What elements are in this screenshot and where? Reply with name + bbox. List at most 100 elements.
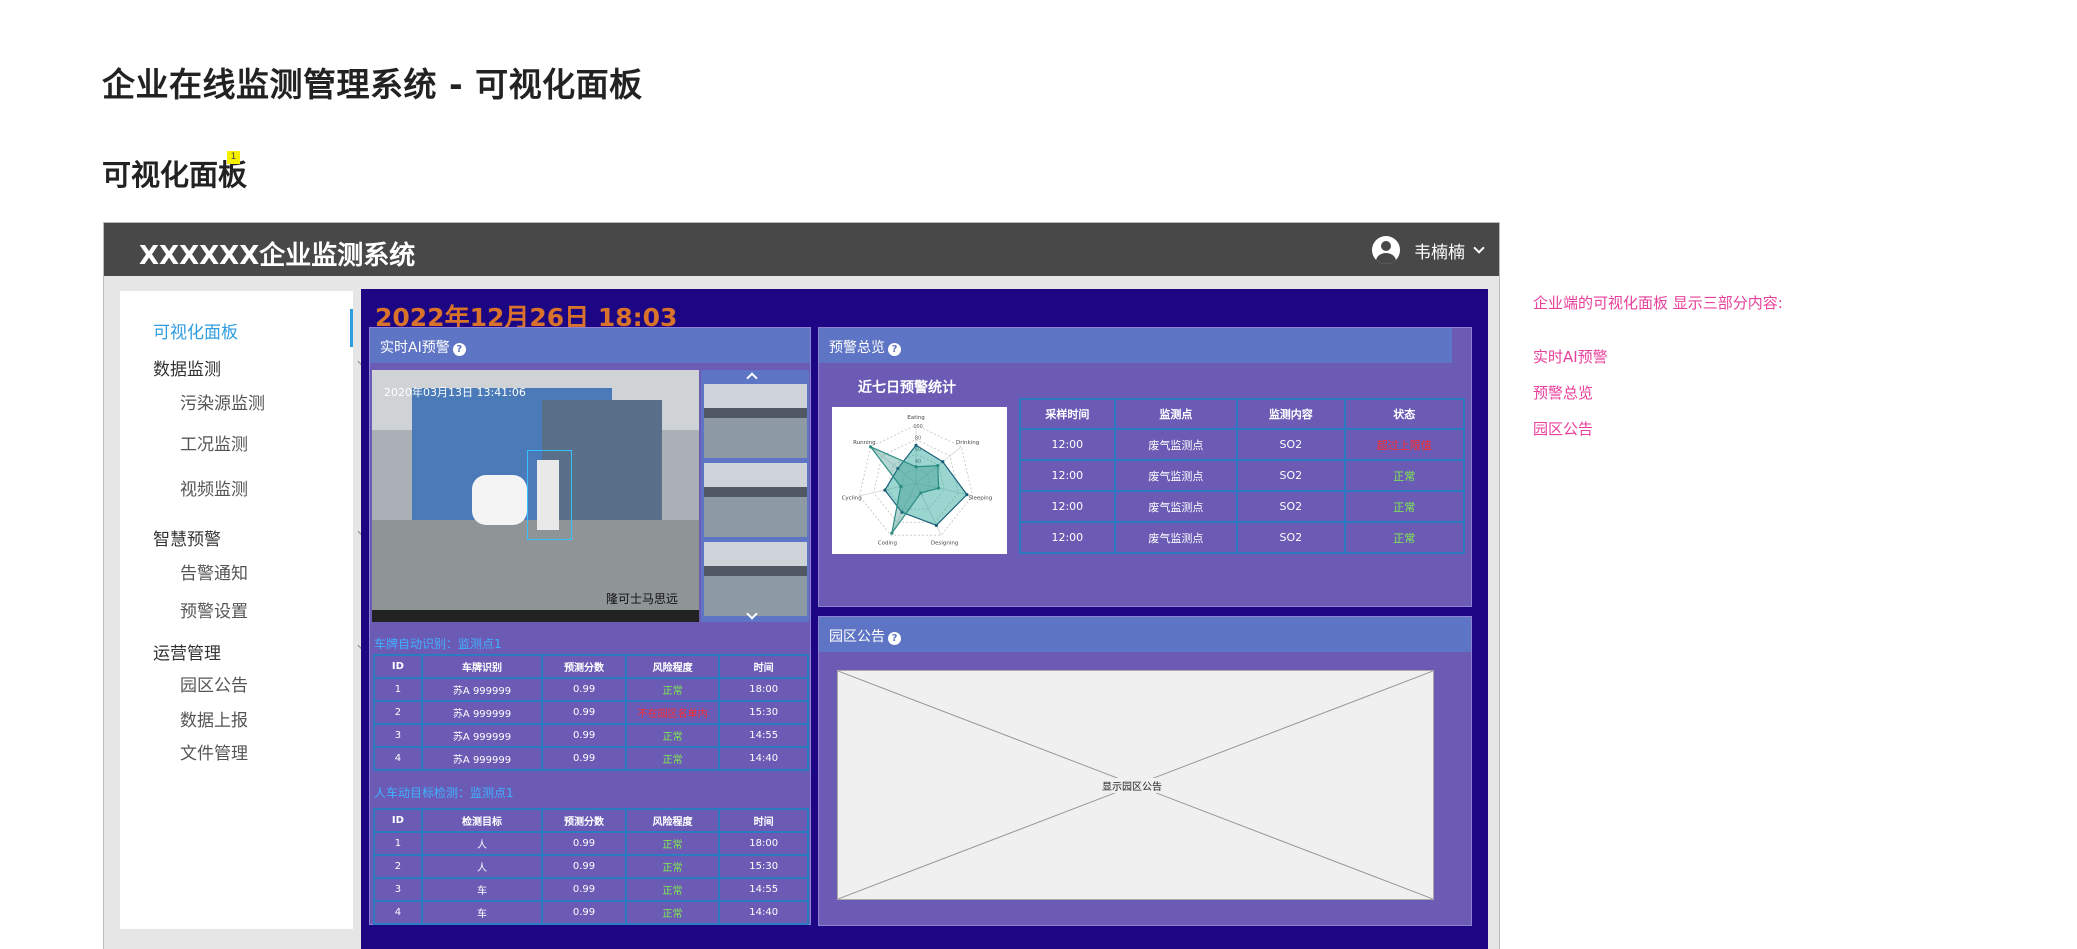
radar-category-label: Running (853, 440, 876, 446)
column-header: ID (373, 654, 423, 679)
park-notice-panel: 园区公告? 显示园区公告 (818, 616, 1472, 926)
placeholder-label: 显示园区公告 (1100, 778, 1164, 793)
cell: 苏A 999999 (420, 700, 544, 725)
cell: SO2 (1236, 521, 1346, 554)
sidebar-item-alert-settings[interactable]: 预警设置 (180, 597, 248, 622)
cell: 废气监测点 (1113, 521, 1239, 554)
table-row: 12:00 废气监测点 SO2 正常 (1019, 521, 1466, 554)
dashboard: 2022年12月26日 18:03 实时AI预警? 2020年03月13日 13… (361, 289, 1488, 949)
sidebar-item-data-report[interactable]: 数据上报 (180, 706, 248, 731)
cell: 苏A 999999 (420, 723, 544, 748)
video-thumbnail[interactable] (704, 463, 807, 537)
table-row: 2 人 0.99 正常 15:30 (373, 854, 809, 879)
sidebar-item-video-monitoring[interactable]: 视频监测 (180, 475, 248, 500)
page-title: 企业在线监测管理系统 - 可视化面板 (102, 65, 643, 104)
sidebar-group-smart-alert[interactable]: 智慧预警 (153, 525, 368, 550)
video-thumbnail[interactable] (704, 542, 807, 616)
comment-marker[interactable]: 1 (227, 151, 240, 164)
radar-point (899, 484, 903, 489)
sidebar-item-dashboard[interactable]: 可视化面板 (120, 309, 353, 347)
annotation-item: 园区公告 (1533, 420, 1594, 438)
cell: 1 (373, 831, 423, 856)
column-header: 时间 (718, 808, 809, 833)
column-header: 预测分数 (541, 654, 627, 679)
top-bar: XXXXXX企业监测系统 韦楠楠 (104, 223, 1499, 276)
table-row: 3 苏A 999999 0.99 正常 14:55 (373, 723, 809, 748)
table-header-row: 采样时间 监测点 监测内容 状态 (1019, 398, 1466, 430)
video-watermark: 隆可士马思远 (606, 592, 679, 606)
video-frame-cart (472, 475, 527, 525)
sidebar: 可视化面板 数据监测 污染源监测 工况监测 视频监测 智慧预警 告警通知 预警设… (120, 291, 368, 929)
sidebar-item-park-notice[interactable]: 园区公告 (180, 671, 248, 696)
help-icon[interactable]: ? (452, 343, 466, 356)
sidebar-group-data-monitoring[interactable]: 数据监测 (153, 355, 368, 380)
cell: 4 (373, 746, 423, 771)
sidebar-group-operations[interactable]: 运营管理 (153, 639, 368, 664)
sidebar-group-label: 智慧预警 (153, 530, 221, 550)
chevron-down-icon (1473, 241, 1485, 254)
cell: 3 (373, 877, 423, 902)
target-detection-title: 人车动目标检测：监测点1 (374, 786, 514, 800)
sidebar-item-pollution-source[interactable]: 污染源监测 (180, 389, 265, 414)
cell: 4 (373, 900, 423, 925)
video-player[interactable]: 2020年03月13日 13:41:06 隆可士马思远 0:00 / 0:00 (372, 370, 699, 622)
cell: 0.99 (541, 877, 627, 902)
status-cell: 超过上限值 (1343, 428, 1466, 461)
status-cell: 正常 (624, 746, 721, 771)
radar-point (937, 486, 941, 490)
chevron-up-icon[interactable] (746, 372, 758, 384)
radar-chart: 100 80 60 40 Eating Drinking Sleeping Designing… (832, 407, 1007, 554)
table-row: 4 车 0.99 正常 14:40 (373, 900, 809, 925)
annotation-item: 实时AI预警 (1533, 348, 1608, 366)
video-progress-bar[interactable] (376, 615, 686, 618)
table-row: 2 苏A 999999 0.99 不在园区名单内 15:30 (373, 700, 809, 725)
cell: 1 (373, 677, 423, 702)
help-icon[interactable]: ? (888, 632, 901, 645)
cell: 人 (420, 831, 544, 856)
column-header: ID (373, 808, 423, 833)
sidebar-item-alarm-notice[interactable]: 告警通知 (180, 559, 248, 584)
cell: 12:00 (1019, 428, 1116, 461)
alert-overview-panel: 预警总览? 近七日预警统计 100 80 60 40 Eating Drinking Sle… (818, 327, 1472, 607)
status-cell: 正常 (624, 900, 721, 925)
plate-recognition-title: 车牌自动识别：监测点1 (374, 637, 502, 651)
cell: 2 (373, 700, 423, 725)
detection-box (527, 450, 572, 540)
cell: 3 (373, 723, 423, 748)
user-name: 韦楠楠 (1414, 242, 1465, 263)
table-row: 1 苏A 999999 0.99 正常 18:00 (373, 677, 809, 702)
video-time-readout: 0:00 / 0:00 (378, 614, 411, 621)
cell: 苏A 999999 (420, 746, 544, 771)
cell: 废气监测点 (1113, 459, 1239, 492)
help-icon[interactable]: ? (888, 343, 901, 356)
target-detection-table: ID 检测目标 预测分数 风险程度 时间 1 人 0.99 正常 18:00 2 人 0.9… (373, 808, 809, 925)
status-cell: 不在园区名单内 (624, 700, 721, 725)
sidebar-item-file-management[interactable]: 文件管理 (180, 739, 248, 764)
user-menu[interactable]: 韦楠楠 (1372, 235, 1485, 265)
status-cell: 正常 (1343, 490, 1466, 523)
cell: SO2 (1236, 428, 1346, 461)
app-title: XXXXXX企业监测系统 (139, 241, 416, 271)
cell: SO2 (1236, 490, 1346, 523)
cell: 0.99 (541, 900, 627, 925)
table-row: 12:00 废气监测点 SO2 超过上限值 (1019, 428, 1466, 461)
cell: 0.99 (541, 831, 627, 856)
cell: 0.99 (541, 854, 627, 879)
alert-table: 采样时间 监测点 监测内容 状态 12:00 废气监测点 SO2 超过上限值 12:0… (1019, 398, 1466, 554)
cell: 18:00 (718, 831, 809, 856)
radar-category-label: Eating (907, 415, 925, 421)
sidebar-item-label: 可视化面板 (153, 323, 238, 343)
radar-tick-label: 100 (913, 424, 923, 430)
column-header: 监测点 (1113, 398, 1239, 430)
chart-title: 近七日预警统计 (858, 380, 956, 396)
radar-category-label: Cycling (842, 496, 862, 502)
cell: SO2 (1236, 459, 1346, 492)
panel-title: 预警总览 (829, 340, 885, 356)
table-row: 1 人 0.99 正常 18:00 (373, 831, 809, 856)
radar-category-label: Designing (931, 540, 959, 546)
cell: 12:00 (1019, 459, 1116, 492)
sidebar-item-working-condition[interactable]: 工况监测 (180, 430, 248, 455)
video-thumbnail[interactable] (704, 384, 807, 458)
cell: 14:55 (718, 723, 809, 748)
column-header: 风险程度 (624, 808, 721, 833)
